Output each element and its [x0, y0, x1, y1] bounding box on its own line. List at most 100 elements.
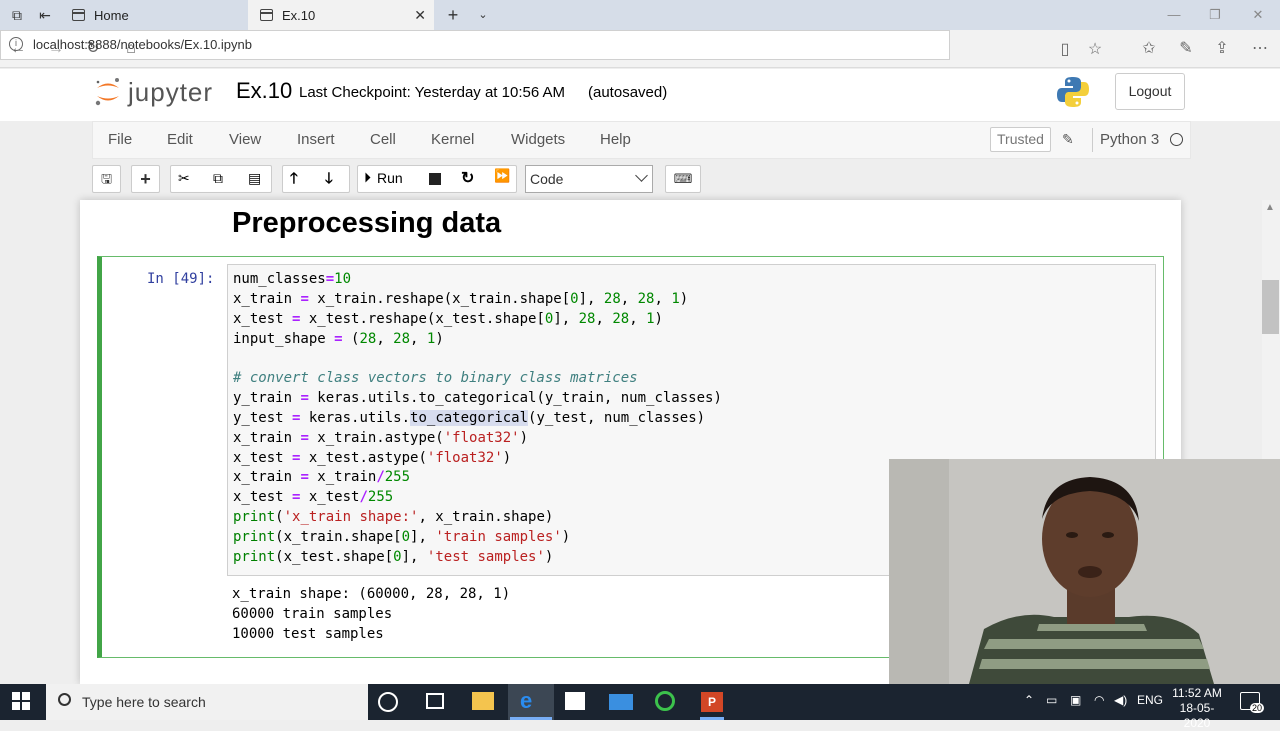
menu-edit[interactable]: Edit [167, 131, 193, 148]
kernel-name[interactable]: Python 3 [1100, 131, 1159, 148]
code-line: x_train = x_train/255 [233, 469, 411, 485]
move-down-icon[interactable]: 🡓 [325, 168, 333, 193]
task-view-icon[interactable] [426, 693, 444, 709]
trusted-badge[interactable]: Trusted [990, 127, 1051, 152]
pen-icon[interactable]: ✎ [1176, 39, 1196, 59]
minimize-icon[interactable]: — [1163, 4, 1185, 26]
menu-cell[interactable]: Cell [370, 131, 396, 148]
taskbar-search-placeholder: Type here to search [82, 694, 206, 710]
command-palette-keyboard-button[interactable]: ⌨ [665, 165, 701, 193]
python-logo-icon [1057, 77, 1089, 107]
notebook-name[interactable]: Ex.10 [236, 78, 292, 104]
menu-view[interactable]: View [229, 131, 261, 148]
code-line: x_test = x_test.astype('float32') [233, 450, 512, 466]
favorite-star-icon[interactable]: ☆ [1085, 40, 1105, 60]
code-line: x_test = x_test.reshape(x_test.shape[0],… [233, 311, 663, 327]
search-icon [58, 693, 71, 706]
new-tab-icon[interactable]: + [444, 6, 462, 24]
tab-ex10-label: Ex.10 [282, 7, 316, 23]
presenter-video-image [889, 459, 1280, 684]
code-line: print(x_test.shape[0], 'test samples') [233, 549, 554, 565]
browser-address-bar: ← → ↻ ⌂ i localhost:8888/notebooks/Ex.10… [0, 30, 1280, 68]
cell-type-select[interactable]: Code [525, 165, 653, 193]
divider [1092, 128, 1093, 152]
more-icon[interactable]: ⋯ [1250, 39, 1270, 59]
kernel-idle-icon [1170, 133, 1183, 146]
restart-icon[interactable]: ↻ [461, 168, 474, 188]
chevron-down-icon [635, 169, 648, 182]
menu-help[interactable]: Help [600, 131, 631, 148]
taskbar-search-box[interactable]: Type here to search [46, 684, 368, 720]
clock-time: 11:52 AM [1172, 686, 1222, 700]
run-label: Run [377, 169, 403, 186]
close-tab-icon[interactable]: ✕ [414, 7, 426, 24]
menu-kernel[interactable]: Kernel [431, 131, 474, 148]
code-line: print(x_train.shape[0], 'train samples') [233, 529, 571, 545]
share-icon[interactable]: ⇪ [1212, 39, 1232, 59]
code-comment: # convert class vectors to binary class … [233, 370, 638, 386]
file-explorer-icon[interactable] [472, 692, 494, 710]
cut-icon[interactable]: ✂ [178, 170, 190, 187]
code-line: y_train = keras.utils.to_categorical(y_t… [233, 390, 722, 406]
autosave-status: (autosaved) [588, 84, 668, 101]
code-line: print('x_train shape:', x_train.shape) [233, 509, 554, 525]
copy-icon[interactable]: ⧉ [213, 170, 223, 187]
scrollbar-thumb[interactable] [1262, 280, 1279, 334]
windows-start-icon[interactable] [12, 692, 30, 710]
interrupt-stop-icon[interactable] [429, 173, 441, 185]
powerpoint-icon[interactable]: P [701, 692, 723, 712]
wifi-icon[interactable]: ◠ [1094, 693, 1104, 707]
language-indicator[interactable]: ENG [1137, 693, 1163, 707]
markdown-heading[interactable]: Preprocessing data [232, 207, 501, 240]
code-line: y_test = keras.utils.to_categorical(y_te… [233, 410, 706, 426]
run-button[interactable]: ⏵ Run [364, 169, 403, 186]
menu-file[interactable]: File [108, 131, 132, 148]
output-line: 10000 test samples [232, 625, 384, 642]
battery-icon[interactable]: ▭ [1046, 693, 1057, 707]
code-line: x_train = x_train.astype('float32') [233, 430, 529, 446]
save-button[interactable]: 🖫 [92, 165, 121, 193]
clock-date: 18-05-2020 [1179, 701, 1215, 730]
url-field[interactable]: i localhost:8888/notebooks/Ex.10.ipynb [0, 30, 950, 60]
cortana-icon[interactable] [378, 692, 398, 712]
cell-type-value: Code [530, 171, 564, 187]
notification-count-badge: 20 [1250, 703, 1265, 713]
code-line: x_test = x_test/255 [233, 489, 394, 505]
tab-home[interactable]: Home [60, 0, 246, 30]
tab-ex10[interactable]: Ex.10 ✕ [248, 0, 434, 30]
output-line: 60000 train samples [232, 605, 393, 622]
recording-app-icon[interactable] [655, 691, 675, 711]
set-tabs-aside-icon[interactable]: ⇤ [36, 6, 54, 24]
mail-icon[interactable] [609, 694, 633, 710]
store-icon[interactable] [565, 692, 585, 710]
jupyter-logo-icon[interactable] [94, 77, 122, 107]
logout-button[interactable]: Logout [1115, 73, 1185, 110]
run-icon: ⏵ [364, 169, 371, 185]
tab-actions-icon[interactable]: ⧉ [8, 6, 26, 24]
network-icon[interactable]: ▣ [1070, 693, 1081, 707]
tab-list-chevron-down-icon[interactable]: ⌄ [474, 6, 492, 24]
menu-widgets[interactable]: Widgets [511, 131, 565, 148]
insert-cell-button[interactable]: + [131, 165, 160, 193]
taskbar-clock[interactable]: 11:52 AM 18-05-2020 [1168, 686, 1226, 731]
webcam-overlay [889, 459, 1280, 684]
code-line: num_classes=10 [233, 271, 352, 287]
output-line: x_train shape: (60000, 28, 28, 1) [232, 586, 511, 602]
scroll-up-icon[interactable]: ▲ [1265, 202, 1275, 213]
code-line: input_shape = (28, 28, 1) [233, 331, 444, 347]
tab-home-label: Home [94, 7, 129, 23]
reading-view-icon[interactable]: ▯ [1055, 40, 1075, 60]
paste-icon[interactable]: ▤ [248, 170, 261, 187]
info-icon[interactable]: i [9, 37, 23, 51]
move-up-icon[interactable]: 🡑 [290, 168, 298, 193]
volume-icon[interactable]: ◀) [1114, 693, 1127, 707]
menu-insert[interactable]: Insert [297, 131, 335, 148]
favorites-icon[interactable]: ✩ [1139, 39, 1159, 59]
cell-output: x_train shape: (60000, 28, 28, 1) 60000 t… [232, 585, 510, 644]
tray-chevron-up-icon[interactable]: ⌃ [1024, 693, 1034, 707]
edge-browser-icon[interactable]: e [520, 690, 544, 714]
close-window-icon[interactable]: ✕ [1247, 4, 1269, 26]
restart-run-all-icon[interactable]: ⏩ [494, 168, 510, 184]
jupyter-logo-text[interactable]: jupyter [128, 77, 213, 108]
maximize-icon[interactable]: ❐ [1204, 4, 1226, 26]
